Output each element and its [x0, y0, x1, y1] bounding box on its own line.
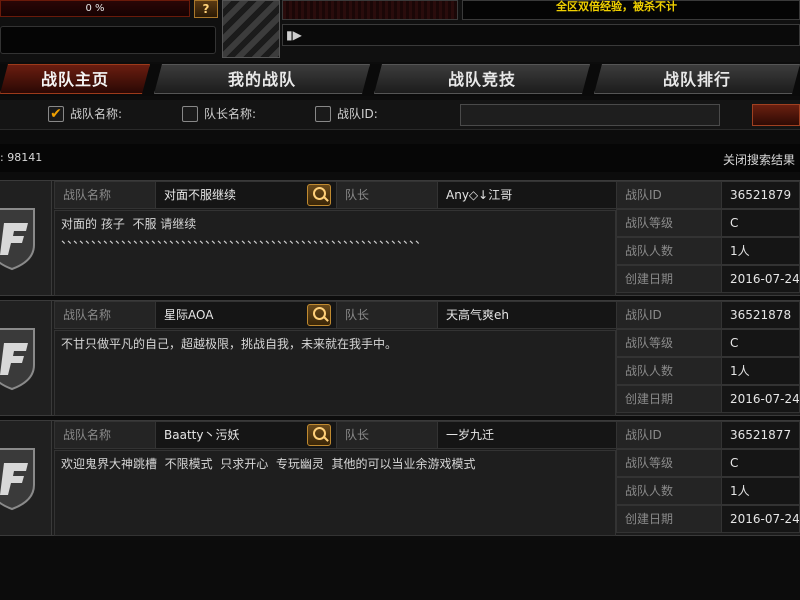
clan-description: 欢迎鬼界大神跳槽 不限模式 只求开心 专玩幽灵 其他的可以当业余游戏模式	[54, 450, 616, 536]
member-count-label: 战队人数	[616, 477, 722, 505]
top-track	[282, 0, 458, 20]
clan-id-value: 36521878	[721, 301, 800, 329]
member-count-label: 战队人数	[616, 357, 722, 385]
checkbox-clan-name[interactable]: ✔	[48, 106, 64, 122]
clan-id-value: 36521877	[721, 421, 800, 449]
member-count-label: 战队人数	[616, 237, 722, 265]
created-date-label: 创建日期	[616, 265, 722, 293]
close-search-results-link[interactable]: 关闭搜索结果	[723, 151, 795, 168]
mech-decoration	[222, 0, 280, 58]
result-count: : 98141	[0, 151, 43, 164]
clan-name-label: 战队名称	[54, 301, 156, 329]
checkbox-clan-id[interactable]	[315, 106, 331, 122]
clan-level-value: C	[721, 209, 800, 237]
volume-icon[interactable]: ▮▶	[286, 28, 302, 42]
top-status-bar: 0 % ? 全区双倍经验，被杀不计 ▮▶	[0, 0, 800, 62]
clan-card: 战队名称 对面不服继续 队长 Any◇↓江哥 对面的 孩子 不服 请继续 、、、…	[0, 180, 800, 296]
clan-name-label: 战队名称	[54, 421, 156, 449]
clan-id-label: 战队ID	[616, 181, 722, 209]
clan-level-label: 战队等级	[616, 329, 722, 357]
leader-value[interactable]: Any◇↓江哥	[437, 181, 617, 209]
clan-level-label: 战队等级	[616, 209, 722, 237]
magnifier-icon[interactable]	[307, 184, 331, 206]
created-date-value: 2016-07-24	[721, 385, 800, 413]
clan-level-value: C	[721, 329, 800, 357]
clan-emblem-icon	[0, 421, 52, 535]
tab-clan-competition[interactable]: 战队竞技	[374, 64, 590, 94]
leader-value[interactable]: 天高气爽eh	[437, 301, 617, 329]
clan-card: 战队名称 Baatty丶污妖 队长 一岁九迁 欢迎鬼界大神跳槽 不限模式 只求开…	[0, 420, 800, 536]
clan-id-label: 战队ID	[616, 301, 722, 329]
checkbox-clan-name-label: 战队名称:	[70, 107, 123, 121]
clan-description: 对面的 孩子 不服 请继续 、、、、、、、、、、、、、、、、、、、、、、、、、、…	[54, 210, 616, 296]
tab-clan-home[interactable]: 战队主页	[0, 64, 150, 94]
tab-clan-ranking[interactable]: 战队排行	[594, 64, 800, 94]
clan-level-value: C	[721, 449, 800, 477]
search-bar: ✔ 战队名称: 队长名称: 战队ID:	[0, 100, 800, 130]
created-date-label: 创建日期	[616, 385, 722, 413]
tab-bar: 战队主页 我的战队 战队竞技 战队排行	[0, 64, 800, 96]
volume-slider[interactable]	[282, 24, 800, 46]
member-count-value: 1人	[721, 237, 800, 265]
checkbox-clan-id-label: 战队ID:	[337, 107, 378, 121]
exp-banner-text: 全区双倍经验，被杀不计	[556, 0, 677, 13]
clan-id-label: 战队ID	[616, 421, 722, 449]
created-date-value: 2016-07-24	[721, 505, 800, 533]
clan-name-label: 战队名称	[54, 181, 156, 209]
search-button[interactable]	[752, 104, 800, 126]
result-count-bar: : 98141 关闭搜索结果	[0, 144, 800, 172]
magnifier-icon[interactable]	[307, 424, 331, 446]
checkbox-leader-name-label: 队长名称:	[204, 107, 257, 121]
clan-id-value: 36521879	[721, 181, 800, 209]
leader-label: 队长	[336, 421, 438, 449]
member-count-value: 1人	[721, 357, 800, 385]
progress-box: 0 %	[0, 0, 190, 17]
leader-value[interactable]: 一岁九迁	[437, 421, 617, 449]
created-date-value: 2016-07-24	[721, 265, 800, 293]
created-date-label: 创建日期	[616, 505, 722, 533]
chat-field[interactable]	[0, 26, 216, 54]
leader-label: 队长	[336, 301, 438, 329]
member-count-value: 1人	[721, 477, 800, 505]
magnifier-icon[interactable]	[307, 304, 331, 326]
search-input[interactable]	[460, 104, 720, 126]
clan-emblem-icon	[0, 301, 52, 415]
clan-description: 不甘只做平凡的自己，超越极限，挑战自我，未来就在我手中。	[54, 330, 616, 416]
clan-emblem-icon	[0, 181, 52, 295]
tab-my-clan[interactable]: 我的战队	[154, 64, 370, 94]
checkbox-leader-name[interactable]	[182, 106, 198, 122]
help-button[interactable]: ?	[194, 0, 218, 18]
clan-level-label: 战队等级	[616, 449, 722, 477]
clan-card: 战队名称 星际AOA 队长 天高气爽eh 不甘只做平凡的自己，超越极限，挑战自我…	[0, 300, 800, 416]
leader-label: 队长	[336, 181, 438, 209]
